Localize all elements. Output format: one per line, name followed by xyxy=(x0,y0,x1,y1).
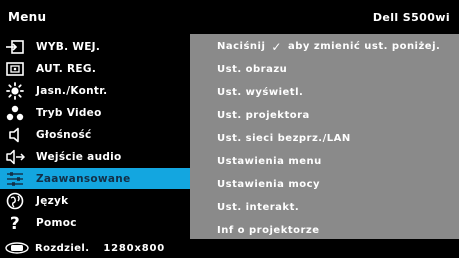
menu-item-help[interactable]: ? Pomoc xyxy=(0,212,190,233)
menu-item-label: Zaawansowane xyxy=(36,172,131,185)
projector-model: Dell S500wi xyxy=(372,10,450,24)
brightness-icon xyxy=(4,81,26,100)
submenu-item-interactive-settings[interactable]: Ust. interakt. xyxy=(190,197,459,218)
advanced-settings-icon xyxy=(4,170,26,188)
speaker-icon xyxy=(4,126,26,144)
menu-item-auto-adjust[interactable]: AUT. REG. xyxy=(0,58,190,79)
submenu-item-power-settings[interactable]: Ustawienia mocy xyxy=(190,174,459,195)
resolution-label: Rozdziel. xyxy=(35,242,90,254)
menu-item-input-source[interactable]: WYB. WEJ. xyxy=(0,36,190,57)
svg-text:?: ? xyxy=(10,214,20,232)
submenu-item-projector-settings[interactable]: Ust. projektora xyxy=(190,105,459,126)
submenu-item-menu-settings[interactable]: Ustawienia menu xyxy=(190,151,459,172)
language-globe-icon xyxy=(4,192,26,210)
audio-input-icon xyxy=(4,148,26,166)
menu-item-language[interactable]: Język xyxy=(0,190,190,211)
projector-osd: Menu Dell S500wi WYB. WEJ. AUT. REG. Jas… xyxy=(0,0,459,258)
menu-title: Menu xyxy=(8,10,47,24)
hint-suffix: aby zmienić ust. poniżej. xyxy=(287,41,441,52)
video-mode-icon xyxy=(4,104,26,122)
menu-item-volume[interactable]: Głośność xyxy=(0,124,190,145)
menu-item-brightness-contrast[interactable]: Jasn./Kontr. xyxy=(0,80,190,101)
resolution-value: 1280x800 xyxy=(103,242,165,254)
submenu-item-picture-settings[interactable]: Ust. obrazu xyxy=(190,59,459,80)
display-resolution-icon xyxy=(5,241,29,255)
menu-item-video-mode[interactable]: Tryb Video xyxy=(0,102,190,123)
hint-prefix: Naciśnij xyxy=(217,41,266,52)
menu-item-label: Głośność xyxy=(36,128,92,141)
main-menu: WYB. WEJ. AUT. REG. Jasn./Kontr. Tryb Vi… xyxy=(0,34,190,232)
menu-item-label: Jasn./Kontr. xyxy=(36,84,108,97)
check-icon: ✓ xyxy=(271,39,282,54)
help-question-icon: ? xyxy=(4,214,26,232)
submenu-hint: Naciśnij ✓ aby zmienić ust. poniżej. xyxy=(190,36,459,57)
status-footer: Rozdziel. 1280x800 xyxy=(0,238,459,258)
osd-header: Menu Dell S500wi xyxy=(0,0,459,34)
menu-item-advanced[interactable]: Zaawansowane xyxy=(0,168,190,189)
submenu-panel: Naciśnij ✓ aby zmienić ust. poniżej. Ust… xyxy=(190,34,459,239)
submenu-item-wireless-lan-settings[interactable]: Ust. sieci bezprz./LAN xyxy=(190,128,459,149)
submenu-item-display-settings[interactable]: Ust. wyświetl. xyxy=(190,82,459,103)
menu-item-label: Tryb Video xyxy=(36,106,102,119)
menu-item-label: Język xyxy=(36,194,69,207)
menu-item-label: AUT. REG. xyxy=(36,62,97,75)
auto-adjust-icon xyxy=(4,60,26,78)
menu-item-label: Pomoc xyxy=(36,216,77,229)
input-source-icon xyxy=(4,38,26,56)
menu-item-label: WYB. WEJ. xyxy=(36,40,101,53)
menu-item-audio-input[interactable]: Wejście audio xyxy=(0,146,190,167)
menu-item-label: Wejście audio xyxy=(36,150,122,163)
